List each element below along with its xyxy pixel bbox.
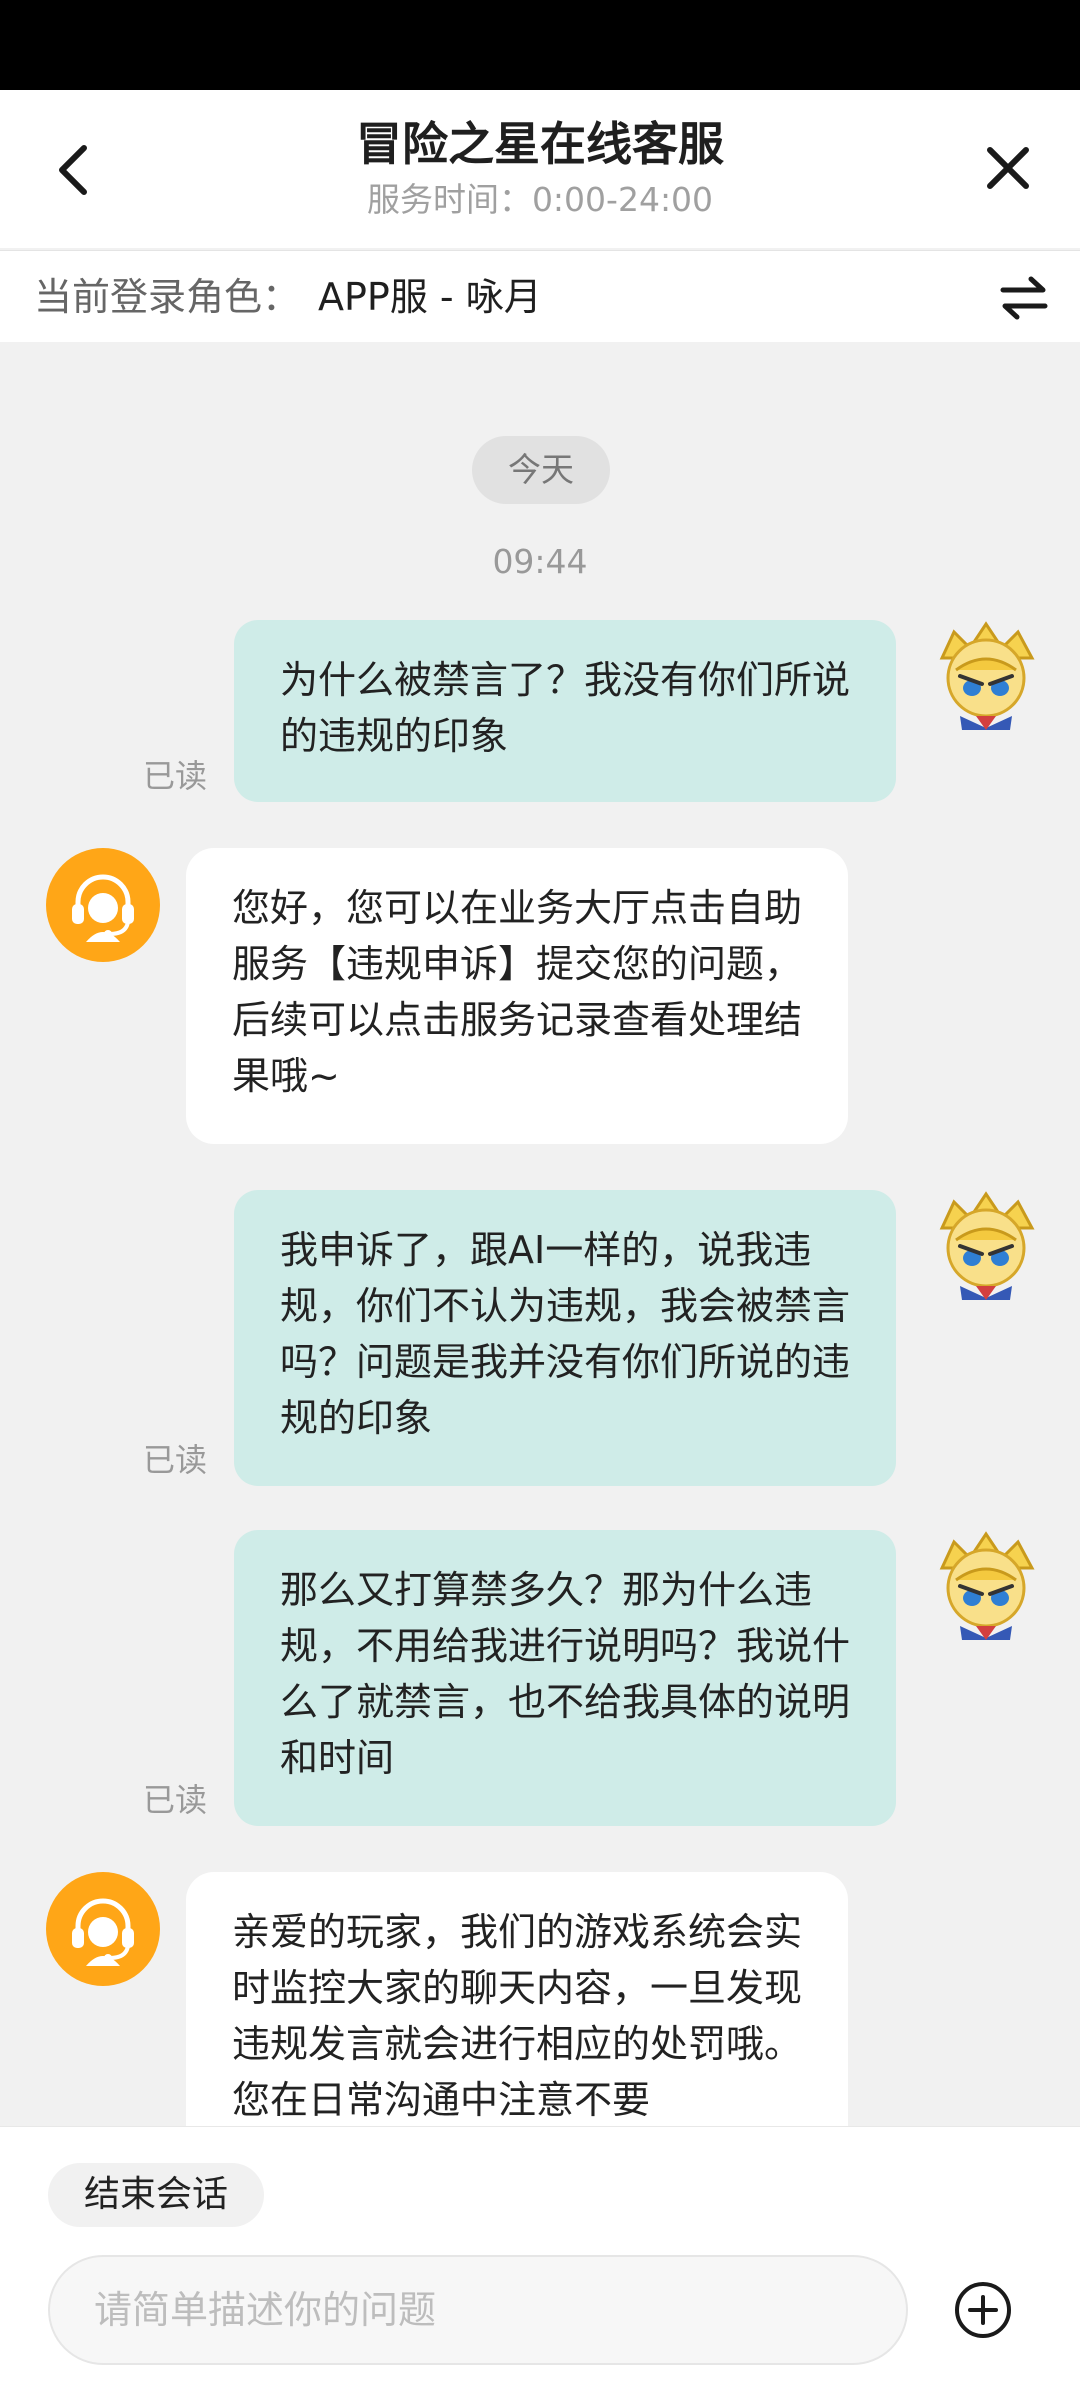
header: 冒险之星在线客服 服务时间：0:00-24:00: [0, 90, 1080, 248]
switch-role-button[interactable]: [994, 271, 1054, 325]
message-timestamp: 09:44: [492, 542, 588, 581]
plus-circle-icon: [955, 2282, 1011, 2338]
chat-area[interactable]: 今天 09:44 为什么被禁言了？我没有你们所说的违规的印象 已读 您好，您可以…: [0, 342, 1080, 2126]
read-status: 已读: [143, 1441, 208, 1479]
message-input[interactable]: [48, 2255, 908, 2365]
role-value: APP服 - 咏月: [318, 275, 542, 319]
status-bar: [0, 0, 1080, 90]
attach-button[interactable]: [952, 2279, 1014, 2341]
agent-avatar[interactable]: [46, 1872, 160, 1986]
headset-agent-icon: [72, 1898, 134, 1966]
date-divider: 今天: [472, 436, 610, 504]
read-status: 已读: [143, 757, 208, 795]
agent-avatar[interactable]: [46, 848, 160, 962]
user-avatar[interactable]: [930, 1528, 1042, 1640]
user-avatar[interactable]: [930, 1188, 1042, 1300]
user-message-bubble[interactable]: 为什么被禁言了？我没有你们所说的违规的印象: [234, 620, 896, 802]
service-hours: 服务时间：0:00-24:00: [366, 180, 714, 219]
end-session-button[interactable]: 结束会话: [48, 2163, 264, 2227]
close-button[interactable]: [966, 126, 1050, 210]
swap-arrows-icon: [1000, 276, 1048, 320]
agent-message-bubble[interactable]: 亲爱的玩家，我们的游戏系统会实时监控大家的聊天内容，一旦发现违规发言就会进行相应…: [186, 1872, 848, 2126]
composer-panel: 结束会话: [0, 2126, 1080, 2401]
page-title: 冒险之星在线客服: [356, 117, 724, 171]
headset-agent-icon: [72, 874, 134, 942]
agent-message-bubble[interactable]: 您好，您可以在业务大厅点击自助服务【违规申诉】提交您的问题，后续可以点击服务记录…: [186, 848, 848, 1144]
user-avatar[interactable]: [930, 618, 1042, 730]
close-icon: [987, 147, 1029, 189]
current-role-bar: 当前登录角色： APP服 - 咏月: [0, 250, 1080, 343]
read-status: 已读: [143, 1781, 208, 1819]
user-message-bubble[interactable]: 我申诉了，跟AI一样的，说我违规，你们不认为违规，我会被禁言吗？问题是我并没有你…: [234, 1190, 896, 1486]
role-label: 当前登录角色：: [34, 275, 301, 319]
user-message-bubble[interactable]: 那么又打算禁多久？那为什么违规，不用给我进行说明吗？我说什么了就禁言，也不给我具…: [234, 1530, 896, 1826]
